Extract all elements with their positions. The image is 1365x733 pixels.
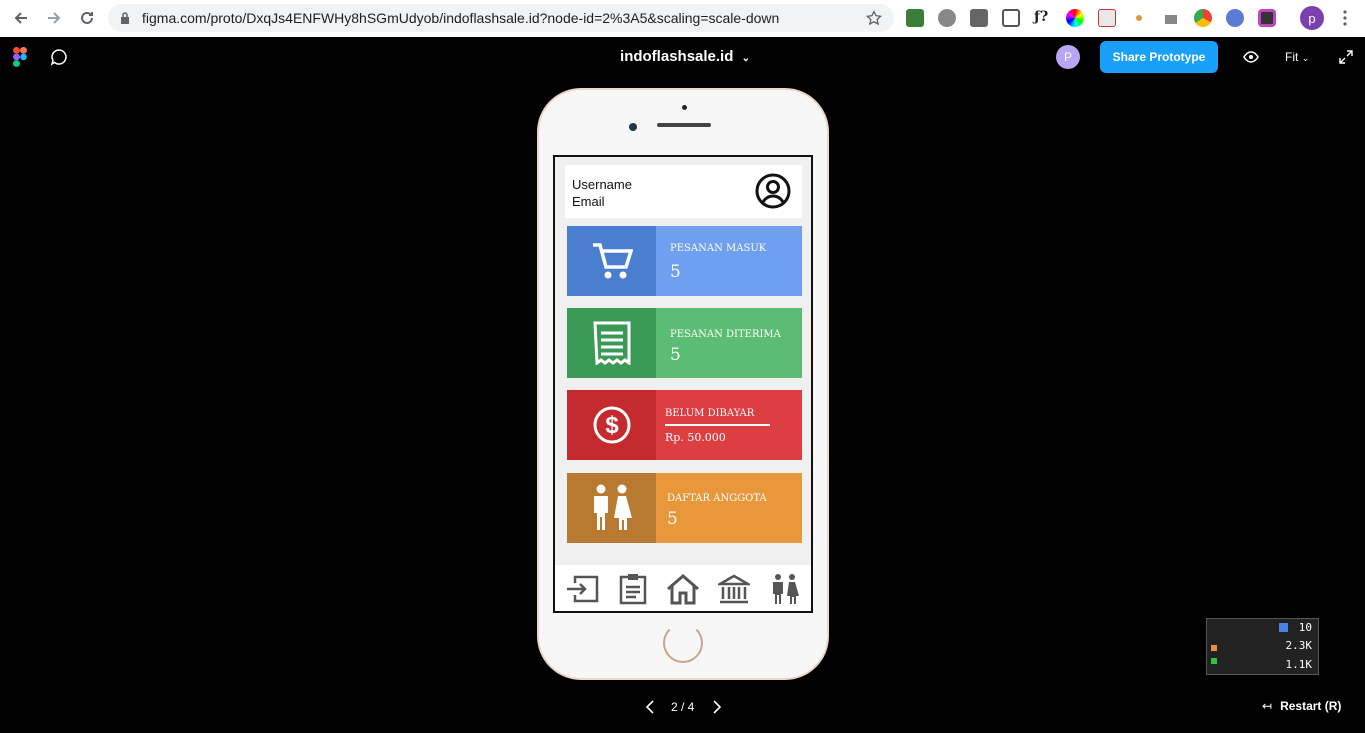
perf-swatch [1279,623,1288,632]
home-icon [667,574,699,605]
browser-toolbar: figma.com/proto/DxqJs4ENFWHy8hSGmUdyob/i… [0,0,1365,37]
chevron-down-icon: ⌄ [1301,53,1310,63]
divider [665,424,770,426]
app-screen: Username Email PESANAN MASUK 5 PESANAN D… [553,155,813,613]
undo-icon: ↤ [1262,699,1273,713]
tile-icon-box [567,226,656,296]
nav-clipboard[interactable] [615,571,651,607]
tile-value: Rp. 50.000 [665,431,726,444]
extension-icon[interactable] [938,9,956,27]
phone-speaker [657,123,711,127]
menu-button[interactable] [1333,6,1357,30]
eye-icon[interactable] [1243,51,1259,63]
restart-button[interactable]: ↤ Restart (R) [1262,699,1341,713]
extension-icon[interactable] [1130,9,1148,27]
star-icon[interactable] [866,10,882,26]
tile-icon-box [567,473,656,543]
file-title[interactable]: indoflashsale.id ⌄ [560,48,810,65]
tile-label: BELUM DIBAYAR [665,408,755,419]
login-icon [567,575,599,603]
perf-swatch [1211,645,1217,651]
lock-icon [121,12,129,24]
bottom-nav [555,565,811,611]
phone-sensor [682,105,687,110]
people-icon [593,484,632,530]
chevron-right-icon[interactable] [712,700,722,714]
profile-card[interactable]: Username Email [565,165,802,218]
comment-icon[interactable] [50,48,68,66]
nav-members[interactable] [767,571,803,607]
tile-value: 5 [670,262,681,282]
prototype-pager: 2 / 4 [640,698,730,716]
receipt-icon [592,321,630,365]
perf-value-3: 1.1K [1285,658,1313,671]
email-label: Email [572,194,605,209]
svg-text:$: $ [605,412,619,439]
account-circle-icon[interactable] [755,173,791,209]
people-icon [773,574,799,604]
profile-avatar[interactable]: p [1300,6,1324,30]
nav-home[interactable] [665,571,701,607]
tile-icon-box: $ [567,390,656,460]
tile-pesanan-diterima[interactable]: PESANAN DITERIMA 5 [567,308,802,378]
fit-label: Fit [1285,50,1299,64]
address-bar[interactable]: figma.com/proto/DxqJs4ENFWHy8hSGmUdyob/i… [108,4,894,32]
extension-icon[interactable] [1002,9,1020,27]
chrome-icon[interactable] [1194,9,1212,27]
color-picker-icon[interactable] [1066,9,1084,27]
dollar-icon: $ [593,406,630,444]
url-text: figma.com/proto/DxqJs4ENFWHy8hSGmUdyob/i… [142,10,780,26]
cart-icon [592,243,633,279]
tile-pesanan-masuk[interactable]: PESANAN MASUK 5 [567,226,802,296]
extension-icon[interactable]: ƒ? [1034,9,1052,27]
arrow-right-icon [48,12,61,24]
puzzle-icon[interactable] [1162,9,1180,27]
home-button[interactable] [663,623,703,663]
clipboard-icon [619,574,647,605]
tile-value: 5 [670,345,681,365]
extension-icon[interactable] [906,9,924,27]
chevron-left-icon[interactable] [645,700,655,714]
tile-label: PESANAN MASUK [670,243,767,254]
page-indicator: 2 / 4 [671,700,695,714]
tile-daftar-anggota[interactable]: DAFTAR ANGGOTA 5 [567,473,802,543]
arrow-left-icon [14,12,27,24]
perf-swatch [1211,658,1217,664]
reload-button[interactable] [75,6,99,30]
tile-label: DAFTAR ANGGOTA [667,493,767,504]
forward-button[interactable] [42,6,66,30]
nav-login[interactable] [564,571,600,607]
nav-bank[interactable] [716,571,752,607]
user-avatar[interactable]: P [1056,45,1080,69]
bank-icon [718,574,750,604]
extension-icon[interactable] [1098,9,1116,27]
restart-label: Restart (R) [1280,699,1342,713]
tile-icon-box [567,308,656,378]
fullscreen-icon[interactable] [1339,50,1353,64]
share-prototype-button[interactable]: Share Prototype [1100,41,1218,73]
extension-icon[interactable] [1258,9,1276,27]
file-title-text: indoflashsale.id [620,48,734,65]
perf-value-2: 2.3K [1285,639,1313,652]
username-label: Username [572,177,632,192]
extension-icon[interactable] [1226,9,1244,27]
reload-icon [81,11,93,24]
extension-icon[interactable] [970,9,988,27]
figma-logo-icon[interactable] [13,47,27,67]
tile-value: 5 [667,509,678,529]
back-button[interactable] [9,6,33,30]
perf-value-1: 10 [1298,621,1312,634]
perf-overlay: 10 2.3K 1.1K [1206,618,1319,675]
tile-label: PESANAN DITERIMA [670,329,781,340]
zoom-fit-dropdown[interactable]: Fit ⌄ [1285,50,1309,64]
chevron-down-icon: ⌄ [741,53,750,64]
phone-camera [629,123,637,131]
more-vert-icon [1343,10,1347,26]
tile-belum-dibayar[interactable]: $ BELUM DIBAYAR Rp. 50.000 [567,390,802,460]
